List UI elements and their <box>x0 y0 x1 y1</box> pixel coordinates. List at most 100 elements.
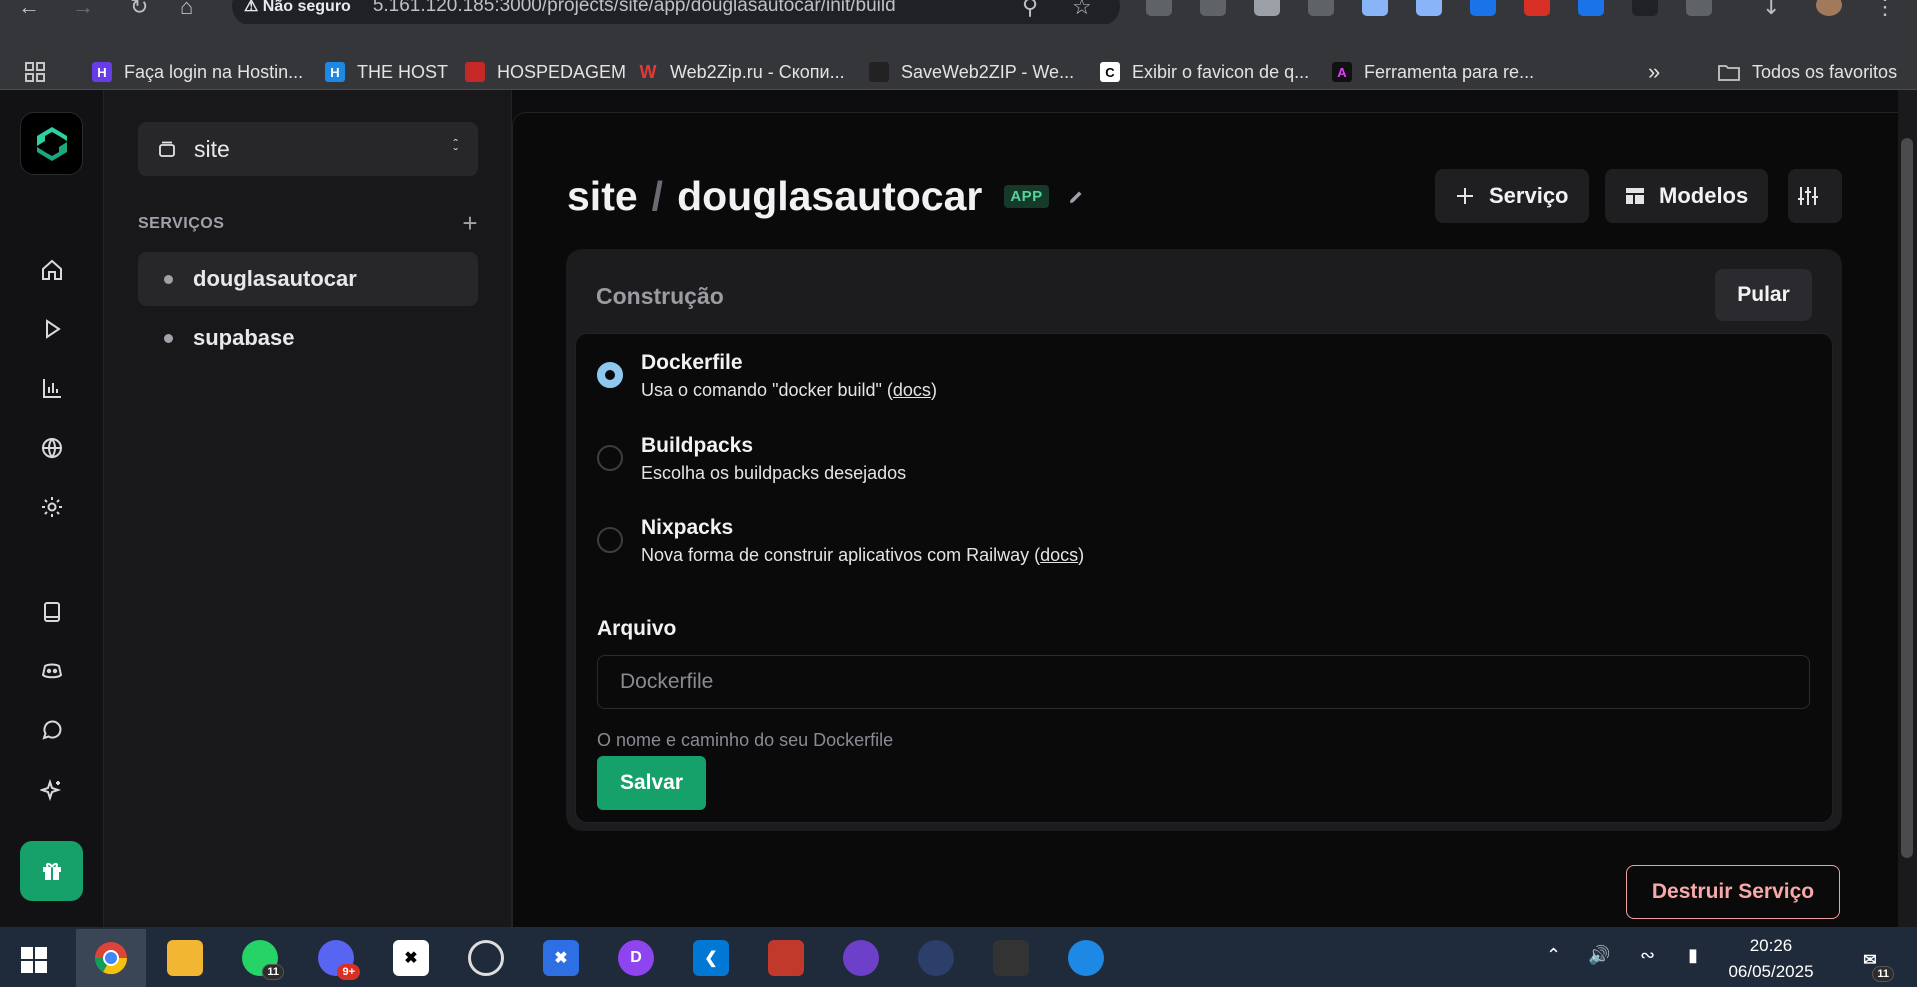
radio-buildpacks[interactable] <box>597 445 623 471</box>
bookmark-item[interactable]: HOSPEDAGEM <box>465 56 626 88</box>
app-icon[interactable]: ✖ <box>543 940 579 976</box>
radio-dockerfile[interactable] <box>597 362 623 388</box>
bookmark-item[interactable]: A Ferramenta para re... <box>1332 56 1534 88</box>
discord-icon[interactable] <box>36 655 68 687</box>
search-icon[interactable]: ⚲ <box>1022 0 1038 20</box>
app-logo[interactable] <box>20 112 83 175</box>
bookmarks-bar: H Faça login na Hostin... H THE HOST HOSPE… <box>0 24 1917 90</box>
address-bar[interactable]: ⚠ Não seguro 5.161.120.185:3000/projects… <box>232 0 1120 26</box>
system-clock[interactable]: 20:26 06/05/2025 <box>1728 933 1814 985</box>
project-selector[interactable]: site ˆˇ <box>138 122 478 176</box>
build-card: Construção Pular Dockerfile Usa o comand… <box>566 249 1842 831</box>
bookmark-item[interactable]: C Exibir o favicon de q... <box>1100 56 1309 88</box>
scrollbar-thumb[interactable] <box>1901 138 1913 858</box>
httrack-icon[interactable] <box>993 940 1029 976</box>
extension-icon[interactable] <box>1362 0 1388 16</box>
extension-icon[interactable] <box>1578 0 1604 16</box>
forward-icon[interactable]: → <box>72 0 94 20</box>
bookmark-item[interactable]: H THE HOST <box>325 56 448 88</box>
bookmark-item[interactable]: SaveWeb2ZIP - We... <box>869 56 1074 88</box>
download-icon[interactable]: ↧ <box>1762 0 1780 20</box>
url-text[interactable]: 5.161.120.185:3000/projects/site/app/dou… <box>373 0 896 17</box>
extension-icon[interactable] <box>1146 0 1172 16</box>
app-icon[interactable]: D <box>618 940 654 976</box>
extension-icon[interactable] <box>1470 0 1496 16</box>
add-service-button[interactable]: Serviço <box>1435 169 1589 223</box>
build-options-panel: Dockerfile Usa o comando "docker build" … <box>575 333 1833 823</box>
apps-grid-icon[interactable] <box>24 56 46 88</box>
extension-icon[interactable] <box>1524 0 1550 16</box>
app-icon[interactable] <box>918 940 954 976</box>
breadcrumb-project[interactable]: site <box>567 173 638 220</box>
home-browser-icon[interactable]: ⌂ <box>180 0 193 20</box>
menu-kebab-icon[interactable]: ⋮ <box>1874 0 1896 20</box>
battery-icon[interactable]: ▮ <box>1688 945 1698 966</box>
destroy-service-button[interactable]: Destruir Serviço <box>1626 865 1840 919</box>
add-service-icon[interactable]: + <box>462 208 478 239</box>
project-name: site <box>194 135 230 162</box>
sparkles-icon[interactable] <box>36 774 68 806</box>
templates-button[interactable]: Modelos <box>1605 169 1769 223</box>
build-option-nixpacks[interactable]: Nixpacks Nova forma de construir aplicat… <box>597 513 1084 567</box>
breadcrumb-separator: / <box>651 173 664 219</box>
reload-icon[interactable]: ↻ <box>130 0 148 20</box>
all-bookmarks-folder[interactable]: Todos os favoritos <box>1718 56 1897 88</box>
extensions-puzzle-icon[interactable] <box>1686 0 1712 16</box>
chrome-taskbar-icon[interactable] <box>76 929 146 987</box>
settings-sliders-button[interactable] <box>1788 169 1842 223</box>
page-scrollbar[interactable] <box>1898 90 1917 927</box>
extension-icon[interactable] <box>1632 0 1658 16</box>
tray-overflow-icon[interactable]: ⌃ <box>1546 945 1561 966</box>
more-bookmarks-icon[interactable]: » <box>1648 56 1660 88</box>
extension-icon[interactable] <box>1416 0 1442 16</box>
file-field-hint: O nome e caminho do seu Dockerfile <box>597 730 894 750</box>
book-icon[interactable] <box>36 596 68 628</box>
gift-icon <box>42 863 61 880</box>
discord-taskbar-icon[interactable]: 9+ <box>318 940 360 980</box>
github-icon[interactable] <box>843 940 879 976</box>
bookmark-item[interactable]: H Faça login na Hostin... <box>92 56 303 88</box>
notifications-icon[interactable]: ✉ 11 <box>1852 942 1894 982</box>
obs-icon[interactable] <box>468 940 504 976</box>
chat-icon[interactable] <box>36 714 68 746</box>
bookmark-item[interactable]: W Web2Zip.ru - Скопи... <box>638 56 845 88</box>
chart-icon[interactable] <box>36 372 68 404</box>
globe-icon[interactable] <box>36 432 68 464</box>
notification-badge: 9+ <box>337 964 360 980</box>
settings-icon[interactable] <box>36 491 68 523</box>
home-icon[interactable] <box>36 254 68 286</box>
app-icon[interactable] <box>768 940 804 976</box>
extension-icon[interactable] <box>1254 0 1280 16</box>
bookmark-favicon: H <box>92 62 112 82</box>
cloud-app-icon[interactable] <box>1068 940 1104 976</box>
vscode-icon[interactable]: ❮ <box>693 940 729 976</box>
bookmark-star-icon[interactable]: ☆ <box>1072 0 1092 20</box>
network-icon[interactable]: ∾ <box>1640 945 1655 966</box>
sidebar-item-douglasautocar[interactable]: douglasautocar <box>138 252 478 306</box>
file-explorer-icon[interactable] <box>167 940 203 976</box>
extension-icon[interactable] <box>1200 0 1226 16</box>
back-icon[interactable]: ← <box>18 0 40 20</box>
docs-link[interactable]: docs <box>893 380 931 400</box>
gift-button[interactable] <box>20 841 83 901</box>
skip-button[interactable]: Pular <box>1715 269 1812 321</box>
extension-icon[interactable] <box>1308 0 1334 16</box>
build-option-buildpacks[interactable]: Buildpacks Escolha os buildpacks desejad… <box>597 431 906 485</box>
security-warning[interactable]: ⚠ Não seguro <box>244 0 351 16</box>
plus-icon <box>1457 188 1473 204</box>
save-button[interactable]: Salvar <box>597 756 706 810</box>
whatsapp-icon[interactable]: 11 <box>242 940 284 980</box>
radio-nixpacks[interactable] <box>597 527 623 553</box>
docs-link[interactable]: docs <box>1040 545 1078 565</box>
edit-pencil-icon[interactable] <box>1067 188 1085 206</box>
dockerfile-path-input[interactable] <box>597 655 1810 709</box>
sidebar-item-supabase[interactable]: supabase <box>138 311 478 365</box>
status-dot <box>164 333 173 343</box>
profile-avatar[interactable] <box>1816 0 1842 16</box>
capcut-icon[interactable]: ✖ <box>393 940 429 976</box>
build-option-dockerfile[interactable]: Dockerfile Usa o comando "docker build" … <box>597 348 937 402</box>
play-icon[interactable] <box>36 313 68 345</box>
volume-icon[interactable]: 🔊 <box>1588 945 1610 966</box>
windows-start-icon[interactable] <box>16 942 52 978</box>
project-sidebar: site ˆˇ SERVIÇOS + douglasautocar supaba… <box>104 90 512 927</box>
